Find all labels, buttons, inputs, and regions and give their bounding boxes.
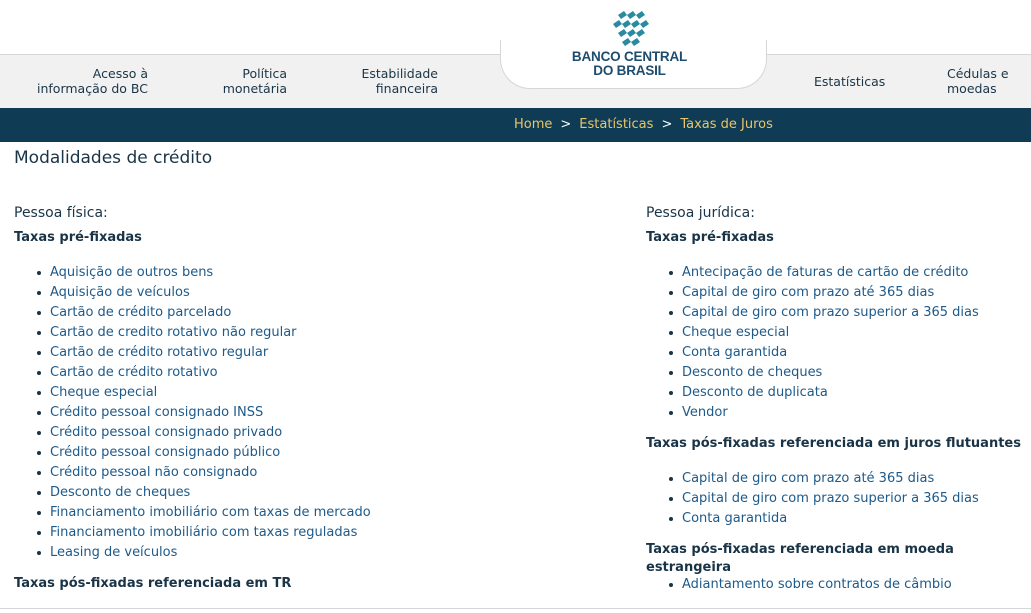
list-item: Aquisição de veículos bbox=[37, 283, 614, 303]
nav-acesso-informacao[interactable]: Acesso à informação do BC bbox=[30, 66, 148, 96]
nav-cedulas-moedas[interactable]: Cédulas e moedas bbox=[947, 66, 1009, 96]
list-item: Cheque especial bbox=[669, 323, 1031, 343]
pj-pre-list: Antecipação de faturas de cartão de créd… bbox=[646, 263, 1031, 423]
subsection-title-pre-fixadas: Taxas pré-fixadas bbox=[14, 230, 142, 245]
modalidade-link[interactable]: Leasing de veículos bbox=[50, 545, 177, 560]
subsection-title-pos-juros: Taxas pós-fixadas referenciada em juros … bbox=[646, 436, 1021, 451]
modalidade-link[interactable]: Antecipação de faturas de cartão de créd… bbox=[682, 265, 968, 280]
list-item: Crédito pessoal não consignado bbox=[37, 463, 614, 483]
modalidade-link[interactable]: Cartão de credito rotativo não regular bbox=[50, 325, 297, 340]
modalidade-link[interactable]: Cheque especial bbox=[682, 325, 789, 340]
subsection-title-pre-fixadas: Taxas pré-fixadas bbox=[646, 230, 774, 245]
list-item: Cheque especial bbox=[37, 383, 614, 403]
breadcrumb-separator: > bbox=[560, 117, 572, 132]
modalidade-link[interactable]: Financiamento imobiliário com taxas regu… bbox=[50, 525, 357, 540]
modalidade-link[interactable]: Adiantamento sobre contratos de câmbio bbox=[682, 577, 952, 592]
list-item: Adiantamento sobre contratos de câmbio bbox=[669, 575, 1031, 595]
subsection-title-pos-moeda: Taxas pós-fixadas referenciada em moeda … bbox=[646, 542, 954, 575]
nav-label-line: moedas bbox=[947, 81, 997, 96]
modalidade-link[interactable]: Crédito pessoal consignado privado bbox=[50, 425, 282, 440]
list-item: Cartão de crédito rotativo regular bbox=[37, 343, 614, 363]
list-item: Crédito pessoal consignado público bbox=[37, 443, 614, 463]
pf-pre-list: Aquisição de outros bens Aquisição de veí… bbox=[14, 263, 614, 563]
breadcrumb-estatisticas[interactable]: Estatísticas bbox=[579, 117, 653, 132]
modalidade-link[interactable]: Vendor bbox=[682, 405, 728, 420]
pj-pos-moeda-list: Adiantamento sobre contratos de câmbio bbox=[646, 575, 1031, 595]
list-item: Capital de giro com prazo até 365 dias bbox=[669, 469, 1031, 489]
list-item: Cartão de crédito parcelado bbox=[37, 303, 614, 323]
modalidade-link[interactable]: Crédito pessoal consignado INSS bbox=[50, 405, 263, 420]
list-item: Leasing de veículos bbox=[37, 543, 614, 563]
modalidade-link[interactable]: Financiamento imobiliário com taxas de m… bbox=[50, 505, 371, 520]
nav-label-line: Estabilidade bbox=[361, 66, 438, 81]
list-item: Conta garantida bbox=[669, 343, 1031, 363]
breadcrumb-home[interactable]: Home bbox=[514, 117, 552, 132]
logo-line-2: DO BRASIL bbox=[593, 63, 666, 78]
list-item: Vendor bbox=[669, 403, 1031, 423]
nav-label-line: Cédulas e bbox=[947, 66, 1009, 81]
site-header: BANCO CENTRAL DO BRASIL Acesso à informa… bbox=[0, 0, 1031, 108]
divider bbox=[0, 608, 1031, 609]
nav-politica-monetaria[interactable]: Política monetária bbox=[200, 66, 287, 96]
nav-label-line: Acesso à bbox=[92, 66, 148, 81]
modalidade-link[interactable]: Crédito pessoal não consignado bbox=[50, 465, 257, 480]
list-item: Aquisição de outros bens bbox=[37, 263, 614, 283]
pessoa-fisica-section: Pessoa física: Taxas pré-fixadas Aquisiç… bbox=[14, 203, 614, 595]
section-title-pessoa-fisica: Pessoa física: bbox=[14, 205, 108, 221]
modalidade-link[interactable]: Desconto de duplicata bbox=[682, 385, 828, 400]
breadcrumb-current[interactable]: Taxas de Juros bbox=[680, 117, 773, 132]
section-title-pessoa-juridica: Pessoa jurídica: bbox=[646, 205, 755, 221]
pj-pos-juros-list: Capital de giro com prazo até 365 dias Ca… bbox=[646, 469, 1031, 529]
nav-label-line: financeira bbox=[375, 81, 438, 96]
modalidade-link[interactable]: Crédito pessoal consignado público bbox=[50, 445, 280, 460]
pessoa-juridica-section: Pessoa jurídica: Taxas pré-fixadas Antec… bbox=[646, 203, 1031, 595]
list-item: Crédito pessoal consignado privado bbox=[37, 423, 614, 443]
list-item: Capital de giro com prazo até 365 dias bbox=[669, 283, 1031, 303]
nav-label-line: monetária bbox=[222, 81, 287, 96]
logo-line-1: BANCO CENTRAL bbox=[571, 49, 688, 64]
nav-estabilidade-financeira[interactable]: Estabilidade financeira bbox=[345, 66, 438, 96]
breadcrumb: Home > Estatísticas > Taxas de Juros bbox=[0, 108, 1031, 142]
modalidade-link[interactable]: Cartão de crédito rotativo regular bbox=[50, 345, 268, 360]
list-item: Capital de giro com prazo superior a 365… bbox=[669, 489, 1031, 509]
modalidade-link[interactable]: Cartão de crédito rotativo bbox=[50, 365, 218, 380]
breadcrumb-separator: > bbox=[661, 117, 673, 132]
bcb-logo-text[interactable]: BANCO CENTRAL DO BRASIL bbox=[562, 50, 697, 78]
modalidade-link[interactable]: Aquisição de veículos bbox=[50, 285, 190, 300]
nav-estatisticas[interactable]: Estatísticas bbox=[814, 74, 885, 89]
modalidade-link[interactable]: Conta garantida bbox=[682, 345, 787, 360]
list-item: Financiamento imobiliário com taxas regu… bbox=[37, 523, 614, 543]
list-item: Cartão de crédito rotativo bbox=[37, 363, 614, 383]
list-item: Capital de giro com prazo superior a 365… bbox=[669, 303, 1031, 323]
modalidade-link[interactable]: Cheque especial bbox=[50, 385, 157, 400]
modalidade-link[interactable]: Desconto de cheques bbox=[682, 365, 822, 380]
list-item: Desconto de duplicata bbox=[669, 383, 1031, 403]
modalidade-link[interactable]: Desconto de cheques bbox=[50, 485, 190, 500]
modalidade-link[interactable]: Cartão de crédito parcelado bbox=[50, 305, 231, 320]
page-title: Modalidades de crédito bbox=[14, 148, 213, 168]
list-item: Desconto de cheques bbox=[37, 483, 614, 503]
modalidade-link[interactable]: Capital de giro com prazo superior a 365… bbox=[682, 491, 979, 506]
list-item: Desconto de cheques bbox=[669, 363, 1031, 383]
list-item: Conta garantida bbox=[669, 509, 1031, 529]
list-item: Cartão de credito rotativo não regular bbox=[37, 323, 614, 343]
modalidade-link[interactable]: Aquisição de outros bens bbox=[50, 265, 213, 280]
subsection-title-pos-tr: Taxas pós-fixadas referenciada em TR bbox=[14, 576, 292, 591]
modalidade-link[interactable]: Conta garantida bbox=[682, 511, 787, 526]
modalidade-link[interactable]: Capital de giro com prazo superior a 365… bbox=[682, 305, 979, 320]
nav-label-line: Estatísticas bbox=[814, 74, 886, 89]
list-item: Antecipação de faturas de cartão de créd… bbox=[669, 263, 1031, 283]
nav-label-line: informação do BC bbox=[37, 81, 148, 96]
modalidade-link[interactable]: Capital de giro com prazo até 365 dias bbox=[682, 285, 934, 300]
nav-label-line: Política bbox=[242, 66, 287, 81]
modalidade-link[interactable]: Capital de giro com prazo até 365 dias bbox=[682, 471, 934, 486]
list-item: Financiamento imobiliário com taxas de m… bbox=[37, 503, 614, 523]
list-item: Crédito pessoal consignado INSS bbox=[37, 403, 614, 423]
